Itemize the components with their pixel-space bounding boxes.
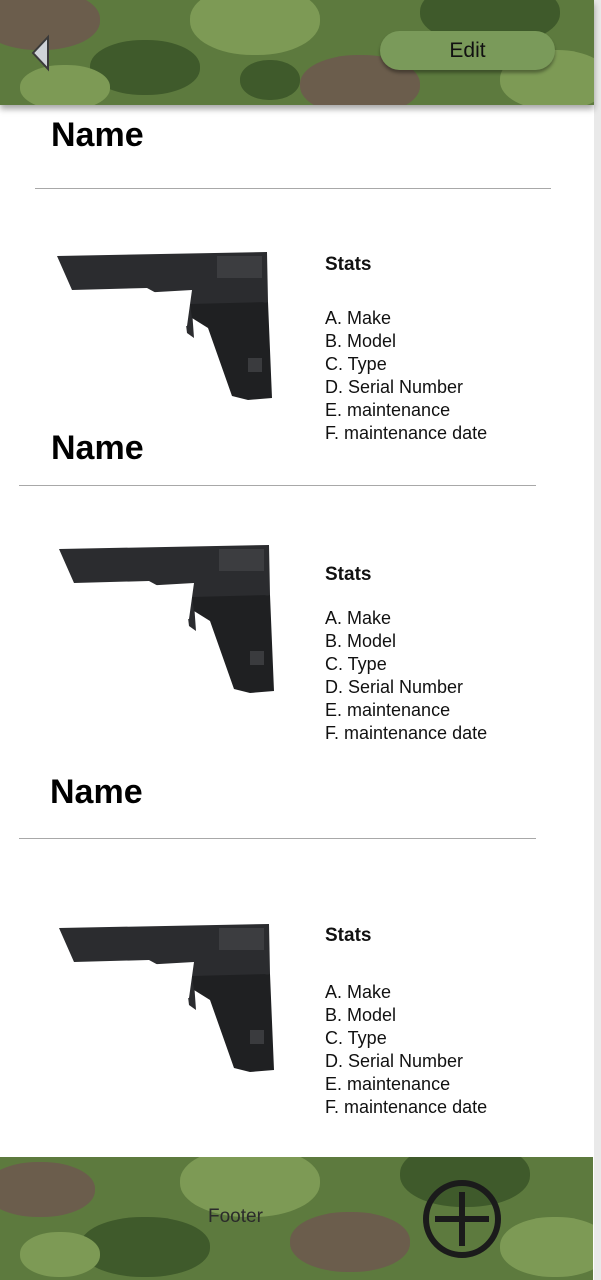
stat-maintenance-date: F. maintenance date: [325, 723, 488, 743]
stat-make: A. Make: [325, 982, 392, 1002]
stat-type: C. Type: [325, 1028, 387, 1048]
divider: [19, 838, 536, 839]
stat-model: B. Model: [325, 331, 397, 351]
divider: [19, 485, 536, 486]
stats-list: A. Make B. Model C. Type D. Serial Numbe…: [325, 307, 487, 445]
stat-model: B. Model: [325, 631, 397, 651]
item-name: Name: [51, 116, 144, 154]
stat-type: C. Type: [325, 654, 387, 674]
pistol-image: [59, 545, 274, 693]
stat-maintenance-date: F. maintenance date: [325, 1097, 488, 1117]
back-button[interactable]: [28, 34, 56, 72]
chevron-left-icon: [31, 34, 49, 72]
stat-model: B. Model: [325, 1005, 397, 1025]
scrollbar[interactable]: [594, 0, 601, 1280]
stat-maintenance: E. maintenance: [325, 400, 451, 420]
stat-make: A. Make: [325, 608, 392, 628]
stat-serial-number: D. Serial Number: [325, 677, 464, 697]
stat-type: C. Type: [325, 354, 387, 374]
plus-circle-icon: [423, 1180, 501, 1258]
pistol-image: [59, 924, 274, 1072]
edit-button[interactable]: Edit: [380, 31, 555, 70]
stats-title: Stats: [325, 925, 372, 946]
stats-title: Stats: [325, 254, 372, 275]
item-name: Name: [51, 429, 144, 467]
divider: [35, 188, 551, 189]
add-button[interactable]: [421, 1178, 503, 1260]
stat-maintenance: E. maintenance: [325, 700, 451, 720]
stats-list: A. Make B. Model C. Type D. Serial Numbe…: [325, 607, 487, 745]
stat-maintenance-date: F. maintenance date: [325, 423, 488, 443]
pistol-image: [57, 252, 272, 400]
item-name: Name: [50, 773, 143, 811]
stats-list: A. Make B. Model C. Type D. Serial Numbe…: [325, 981, 487, 1119]
stats-title: Stats: [325, 564, 372, 585]
stat-serial-number: D. Serial Number: [325, 377, 464, 397]
stat-make: A. Make: [325, 308, 392, 328]
stat-maintenance: E. maintenance: [325, 1074, 451, 1094]
footer-bar: [0, 1157, 593, 1280]
footer-label: Footer: [208, 1206, 263, 1227]
stat-serial-number: D. Serial Number: [325, 1051, 464, 1071]
